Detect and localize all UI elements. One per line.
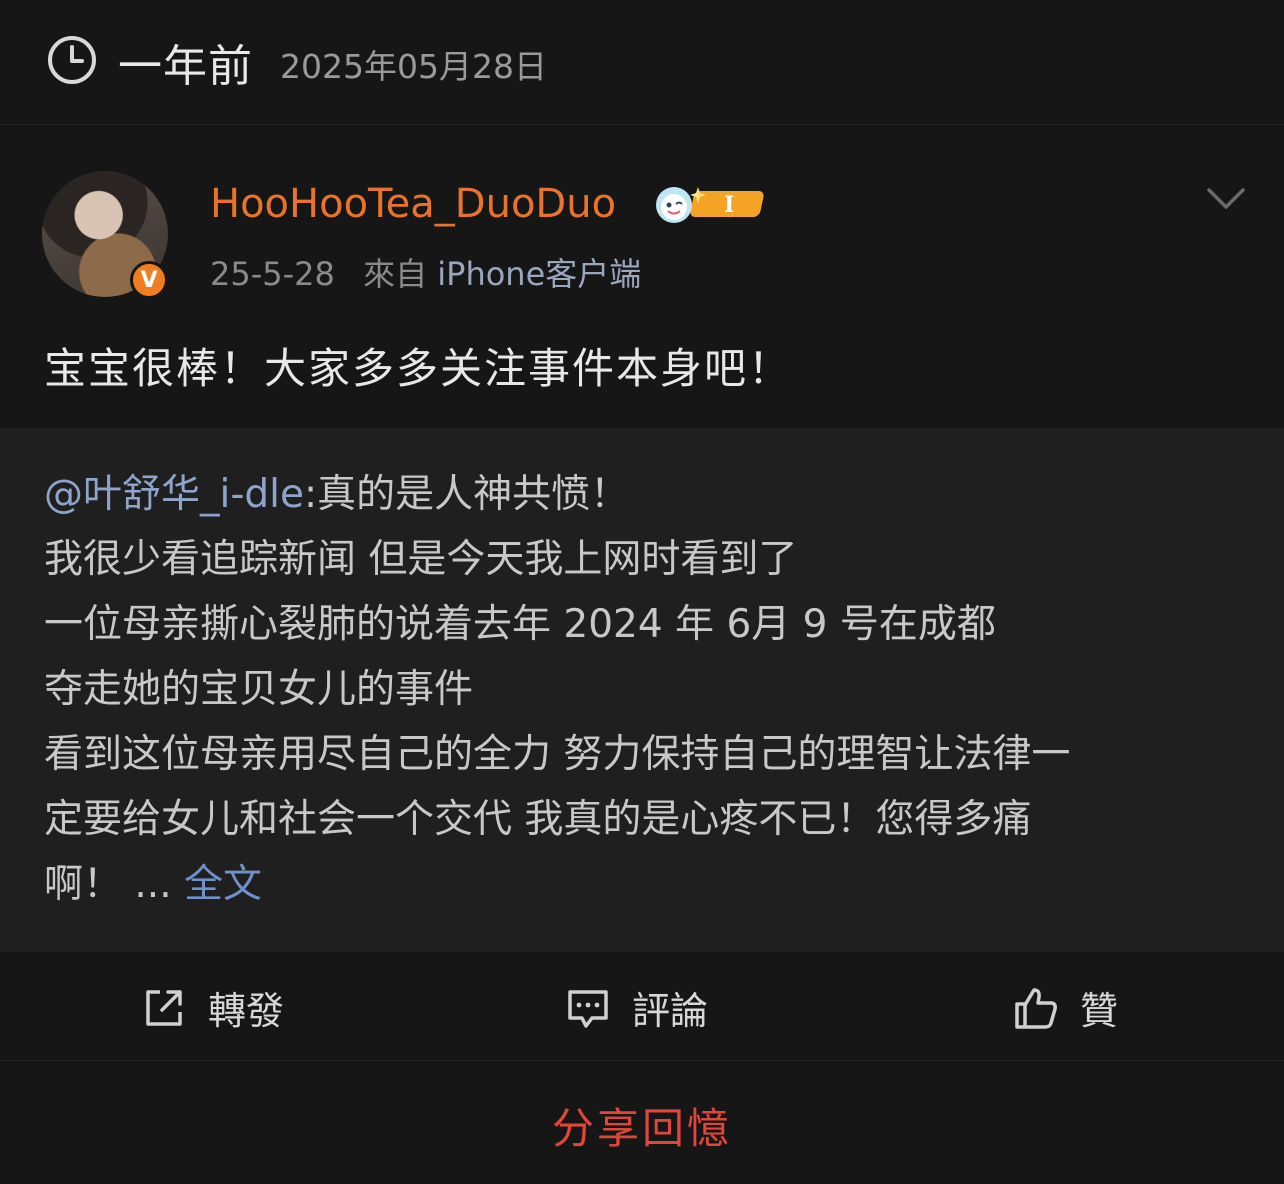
full-text-link[interactable]: 全文: [184, 862, 262, 907]
username[interactable]: HooHooTea_DuoDuo: [210, 181, 616, 227]
weibo-post: V HooHooTea_DuoDuo I 25-5-28 來自 iPhone客户…: [0, 125, 1284, 428]
chevron-down-icon[interactable]: [1206, 185, 1246, 213]
post-meta: 25-5-28 來自 iPhone客户端: [210, 249, 641, 295]
repost-line-3: 一位母亲撕心裂肺的说着去年 2024 年 6月 9 号在成都: [44, 602, 996, 647]
comment-button[interactable]: 評論: [566, 980, 708, 1035]
repost-text: @叶舒华_i-dle:真的是人神共愤！ 我很少看追踪新闻 但是今天我上网时看到了…: [44, 462, 1244, 917]
reposted-content[interactable]: @叶舒华_i-dle:真的是人神共愤！ 我很少看追踪新闻 但是今天我上网时看到了…: [0, 428, 1284, 952]
repost-button[interactable]: 轉發: [142, 980, 284, 1035]
mention-link[interactable]: @叶舒华_i-dle: [44, 472, 304, 517]
comment-icon: [568, 989, 608, 1028]
verified-badge: V: [130, 261, 168, 299]
like-button[interactable]: 贊: [1014, 980, 1118, 1035]
repost-line-2: 我很少看追踪新闻 但是今天我上网时看到了: [44, 537, 798, 582]
share-footer: 分享回憶: [0, 1061, 1284, 1184]
clock-icon: [48, 36, 96, 84]
relative-time: 一年前: [118, 41, 253, 92]
repost-label: 轉發: [208, 989, 285, 1033]
repost-line-5: 看到这位母亲用尽自己的全力 努力保持自己的理智让法律一: [44, 732, 1071, 777]
level-badge-label: I: [724, 192, 734, 218]
repost-line-1: @叶舒华_i-dle:真的是人神共愤！: [44, 472, 630, 517]
comment-label: 評論: [632, 989, 709, 1033]
share-arrow-icon: [146, 989, 182, 1026]
memory-date: 2025年05月28日: [280, 47, 547, 86]
repost-line-6: 定要给女儿和社会一个交代 我真的是心疼不已！您得多痛: [44, 797, 1032, 842]
like-label: 贊: [1080, 989, 1119, 1033]
post-source[interactable]: iPhone客户端: [437, 255, 641, 293]
memory-header: 一年前 2025年05月28日: [0, 0, 1284, 125]
level-badge-icon[interactable]: I: [652, 185, 768, 225]
source-prefix: 來自: [363, 255, 428, 293]
share-memory-button[interactable]: 分享回憶: [0, 1095, 1284, 1156]
action-bar: 轉發 評論 贊: [0, 952, 1284, 1061]
post-timestamp: 25-5-28: [210, 255, 335, 293]
post-content: 宝宝很棒！大家多多关注事件本身吧！: [44, 344, 793, 393]
repost-line-7: 啊！ ... 全文: [44, 862, 263, 907]
repost-line-4: 夺走她的宝贝女儿的事件: [44, 667, 474, 712]
thumbs-up-icon: [1015, 987, 1057, 1029]
